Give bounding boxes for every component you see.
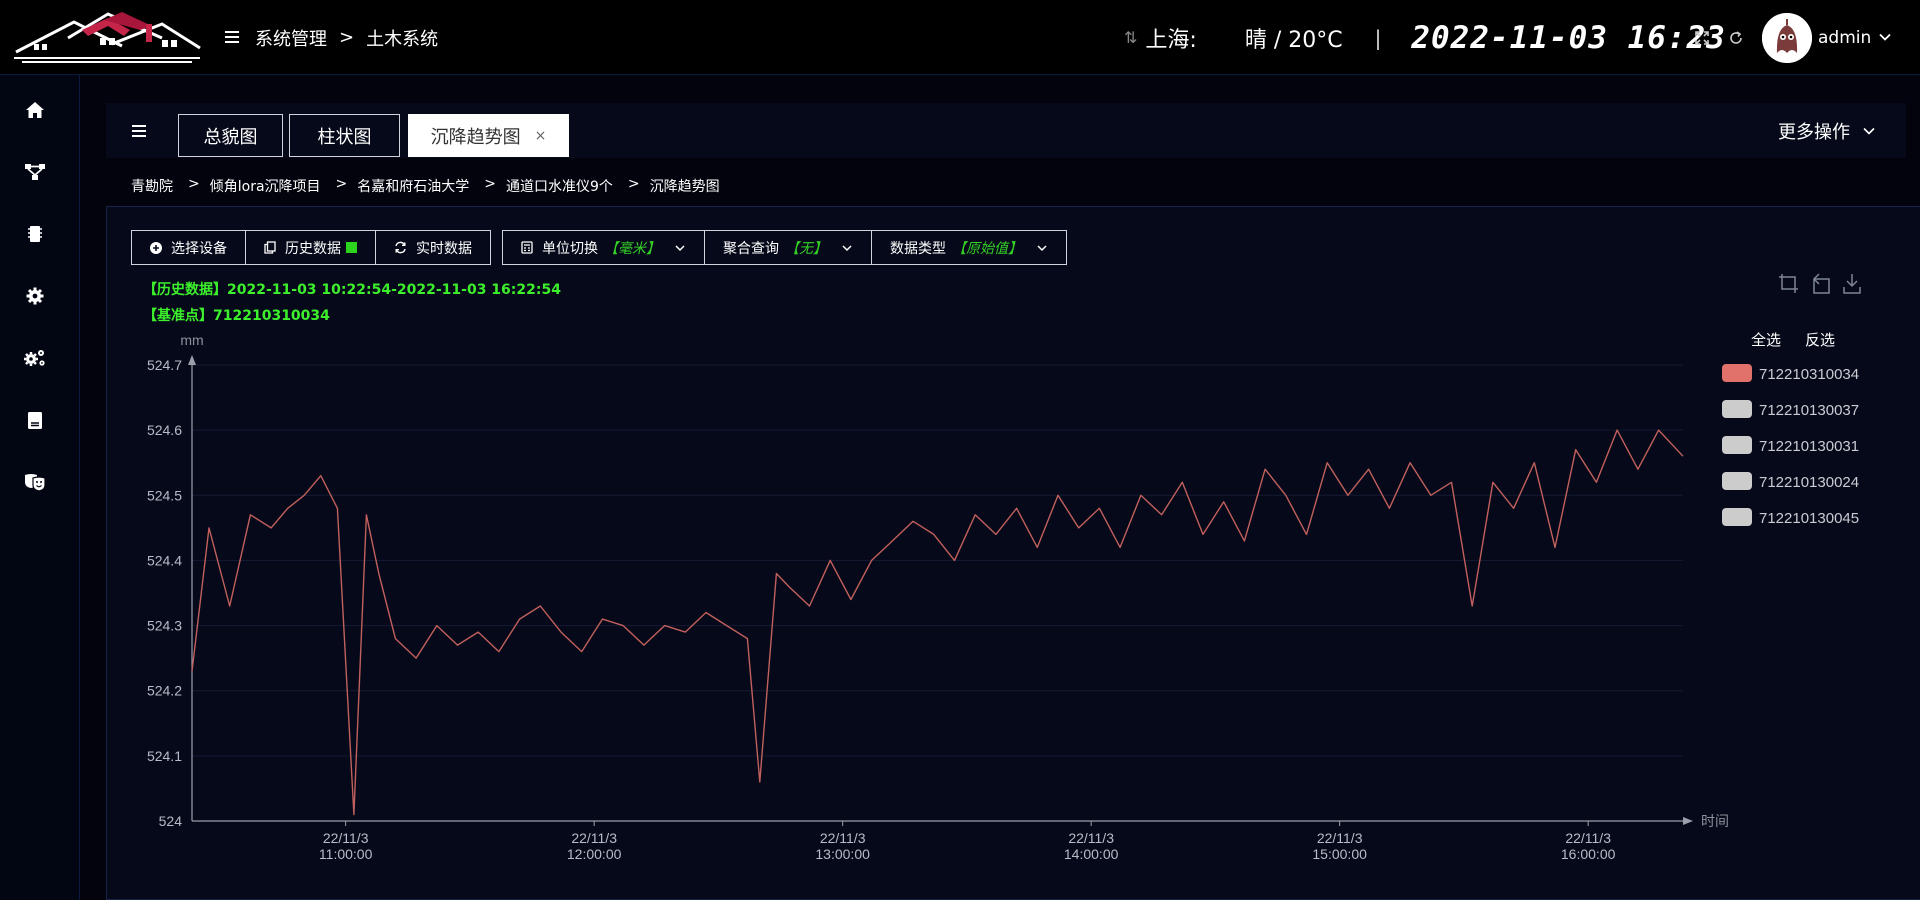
y-axis-arrow xyxy=(188,355,196,365)
settlement-trend-chart: 524 524.1 524.2 524.3 524.4 524.5 524.6 524.7 mm… xyxy=(147,273,1861,862)
x-tick-date: 22/11/3 xyxy=(1317,830,1363,846)
y-tick-label: 524 xyxy=(159,813,183,829)
x-tick-date: 22/11/3 xyxy=(1565,830,1611,846)
x-tick-time: 12:00:00 xyxy=(567,846,622,862)
legend-invert[interactable]: 反选 xyxy=(1805,332,1835,349)
download-icon[interactable] xyxy=(1843,274,1861,294)
y-tick-label: 524.4 xyxy=(147,552,182,568)
x-axis-arrow xyxy=(1683,817,1693,825)
x-tick-time: 16:00:00 xyxy=(1561,846,1616,862)
y-tick-label: 524.2 xyxy=(147,683,182,699)
legend-swatch xyxy=(1722,364,1752,382)
legend-swatch xyxy=(1722,472,1752,490)
y-tick-label: 524.7 xyxy=(147,357,182,373)
legend-item-label[interactable]: 712210130037 xyxy=(1759,402,1859,419)
y-tick-label: 524.6 xyxy=(147,422,182,438)
legend-swatch xyxy=(1722,400,1752,418)
legend-item-label[interactable]: 712210130031 xyxy=(1759,438,1859,455)
x-tick-time: 14:00:00 xyxy=(1064,846,1119,862)
legend-swatch xyxy=(1722,508,1752,526)
chart-legend: 712210310034 712210130037 712210130031 7122… xyxy=(1722,364,1859,527)
x-tick-date: 22/11/3 xyxy=(571,830,617,846)
y-tick-label: 524.5 xyxy=(147,487,182,503)
series-line xyxy=(191,429,1684,816)
x-tick-date: 22/11/3 xyxy=(323,830,369,846)
x-tick-time: 15:00:00 xyxy=(1312,846,1367,862)
legend-item-label[interactable]: 712210130024 xyxy=(1759,474,1859,491)
x-tick-date: 22/11/3 xyxy=(820,830,866,846)
y-axis-title: mm xyxy=(180,332,203,348)
chart-series xyxy=(191,429,1684,816)
legend-swatch xyxy=(1722,436,1752,454)
legend-item-label[interactable]: 712210130045 xyxy=(1759,510,1859,527)
chart-grid xyxy=(192,364,1683,757)
legend-item-label[interactable]: 712210310034 xyxy=(1759,366,1859,383)
legend-select-all[interactable]: 全选 xyxy=(1751,331,1781,349)
x-axis-title: 时间 xyxy=(1701,813,1729,829)
x-tick-date: 22/11/3 xyxy=(1068,830,1114,846)
y-tick-label: 524.1 xyxy=(147,748,182,764)
x-tick-time: 11:00:00 xyxy=(319,846,373,862)
x-tick-time: 13:00:00 xyxy=(815,846,870,862)
crop-icon[interactable] xyxy=(1779,274,1798,293)
undo-crop-icon[interactable] xyxy=(1813,273,1830,294)
y-tick-label: 524.3 xyxy=(147,618,182,634)
